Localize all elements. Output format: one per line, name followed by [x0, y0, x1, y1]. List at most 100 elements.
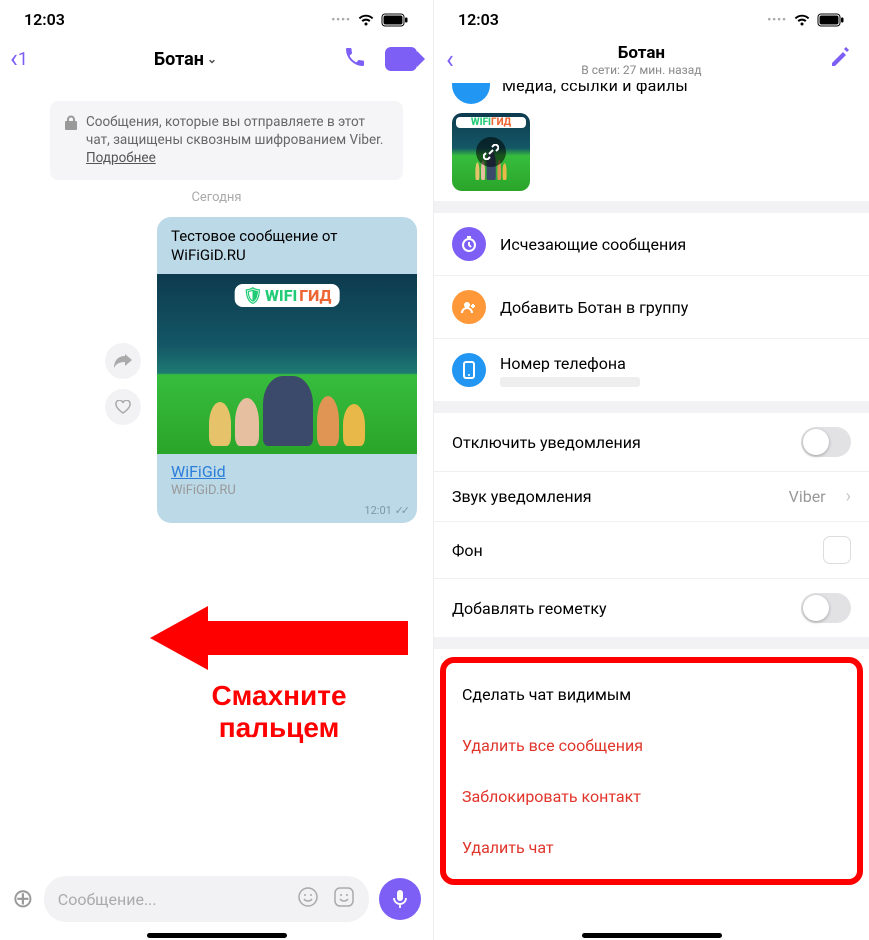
- status-bar: 12:03 ••••: [434, 0, 869, 35]
- header-actions: [343, 45, 417, 73]
- sound-value: Viber: [789, 487, 826, 506]
- battery-icon: [381, 13, 409, 27]
- sound-row[interactable]: Звук уведомления Viber ›: [434, 472, 869, 522]
- message-row: Тестовое сообщение от WiFiGiD.RU 🛡WIFIГИ…: [0, 213, 433, 527]
- swipe-hint-text: Смахните пальцем: [211, 680, 346, 744]
- cellular-icon: ••••: [331, 13, 351, 26]
- phone-icon[interactable]: [343, 45, 367, 73]
- emoji-icon[interactable]: [297, 886, 319, 912]
- setting-label: Фон: [452, 541, 809, 560]
- read-checks-icon: ✓✓: [395, 504, 407, 517]
- message-link-domain: WiFiGiD.RU: [171, 483, 403, 498]
- phone-icon: [452, 353, 486, 387]
- message-bubble[interactable]: Тестовое сообщение от WiFiGiD.RU 🛡WIFIГИ…: [157, 217, 417, 523]
- message-side-buttons: [105, 343, 141, 425]
- status-time: 12:03: [24, 10, 65, 29]
- setting-label: Добавлять геометку: [452, 599, 787, 618]
- day-separator: Сегодня: [0, 190, 433, 205]
- background-row[interactable]: Фон: [434, 522, 869, 579]
- message-time: 12:01 ✓✓: [157, 504, 417, 523]
- setting-label: Номер телефона: [500, 354, 851, 373]
- wifigid-logo: WIFIГИД: [456, 117, 526, 128]
- lock-icon: [64, 115, 78, 168]
- phone-number-row[interactable]: Номер телефона: [434, 339, 869, 401]
- like-button[interactable]: [105, 389, 141, 425]
- back-badge: 1: [18, 49, 28, 70]
- link-icon: [476, 137, 506, 167]
- encryption-notice: Сообщения, которые вы отправляете в этот…: [50, 101, 403, 180]
- message-text: Тестовое сообщение от WiFiGiD.RU: [157, 217, 417, 274]
- chevron-left-icon: ‹: [10, 46, 18, 72]
- arrow-left-icon: [150, 606, 408, 670]
- disappearing-messages-row[interactable]: Исчезающие сообщения: [434, 213, 869, 276]
- edit-button[interactable]: [829, 47, 851, 73]
- wifi-icon: [793, 13, 811, 27]
- setting-label: Звук уведомления: [452, 487, 775, 506]
- chevron-left-icon: ‹: [446, 47, 454, 73]
- contact-title: Ботан: [454, 43, 829, 63]
- setting-label: Отключить уведомления: [452, 433, 787, 452]
- contact-subtitle: В сети: 27 мин. назад: [454, 63, 829, 77]
- setting-label: Добавить Ботан в группу: [500, 298, 851, 317]
- back-button[interactable]: ‹ 1: [10, 46, 28, 72]
- chevron-down-icon: ⌄: [207, 52, 217, 66]
- contact-info-header: ‹ Ботан В сети: 27 мин. назад: [434, 35, 869, 83]
- setting-label-wrap: Номер телефона: [500, 354, 851, 387]
- mute-toggle[interactable]: [801, 427, 851, 457]
- setting-label: Исчезающие сообщения: [500, 235, 851, 254]
- mic-button[interactable]: [379, 878, 421, 920]
- add-to-group-row[interactable]: Добавить Ботан в группу: [434, 276, 869, 339]
- message-input[interactable]: Сообщение...: [44, 876, 369, 922]
- home-indicator: [147, 933, 287, 938]
- section-icon: [452, 83, 490, 104]
- chat-screen: 12:03 •••• ‹ 1 Ботан ⌄: [0, 0, 434, 940]
- add-button[interactable]: ⊕: [12, 884, 34, 914]
- delete-chat-row[interactable]: Удалить чат: [446, 822, 857, 873]
- message-placeholder: Сообщение...: [58, 890, 157, 909]
- geotag-toggle[interactable]: [801, 593, 851, 623]
- geotag-row[interactable]: Добавлять геометку: [434, 579, 869, 637]
- battery-icon: [817, 13, 845, 27]
- video-icon[interactable]: [385, 47, 417, 71]
- back-button[interactable]: ‹: [446, 47, 454, 73]
- encryption-more-link[interactable]: Подробнее: [86, 150, 156, 166]
- chevron-right-icon: ›: [846, 486, 851, 507]
- section-label: Медиа, ссылки и файлы: [502, 83, 688, 95]
- cellular-icon: ••••: [767, 13, 787, 26]
- make-visible-row[interactable]: Сделать чат видимым: [446, 669, 857, 720]
- chat-title[interactable]: Ботан ⌄: [154, 49, 217, 70]
- divider: [434, 401, 869, 413]
- phone-number-hidden: [500, 377, 640, 387]
- swipe-annotation: Смахните пальцем: [150, 606, 408, 744]
- danger-zone-highlight: Сделать чат видимым Удалить все сообщени…: [440, 657, 863, 885]
- message-link-title[interactable]: WiFiGid: [171, 462, 226, 481]
- divider: [434, 637, 869, 649]
- status-icons: ••••: [331, 13, 409, 27]
- status-icons: ••••: [767, 13, 845, 27]
- media-thumbnail[interactable]: WIFIГИД: [452, 113, 530, 191]
- encryption-text: Сообщения, которые вы отправляете в этот…: [86, 113, 389, 168]
- wifigid-logo: 🛡WIFIГИД: [235, 284, 340, 307]
- message-link: WiFiGid WiFiGiD.RU: [157, 454, 417, 504]
- block-contact-row[interactable]: Заблокировать контакт: [446, 771, 857, 822]
- home-indicator: [582, 933, 722, 938]
- timer-icon: [452, 227, 486, 261]
- mute-row[interactable]: Отключить уведомления: [434, 413, 869, 472]
- forward-button[interactable]: [105, 343, 141, 379]
- input-bar: ⊕ Сообщение...: [0, 868, 433, 930]
- sticker-icon[interactable]: [333, 886, 355, 912]
- status-time: 12:03: [458, 10, 499, 29]
- chat-title-text: Ботан: [154, 49, 204, 70]
- chat-header: ‹ 1 Ботан ⌄: [0, 35, 433, 83]
- group-add-icon: [452, 290, 486, 324]
- delete-all-row[interactable]: Удалить все сообщения: [446, 720, 857, 771]
- wifi-icon: [357, 13, 375, 27]
- status-bar: 12:03 ••••: [0, 0, 433, 35]
- divider: [434, 201, 869, 213]
- media-section-header[interactable]: Медиа, ссылки и файлы: [434, 83, 869, 105]
- chat-body: Сообщения, которые вы отправляете в этот…: [0, 83, 433, 843]
- contact-info-screen: 12:03 •••• ‹ Ботан В сети: 27 мин. назад…: [434, 0, 869, 940]
- contact-title-wrap: Ботан В сети: 27 мин. назад: [454, 43, 829, 77]
- message-preview-image: 🛡WIFIГИД: [157, 274, 417, 454]
- background-checkbox[interactable]: [823, 536, 851, 564]
